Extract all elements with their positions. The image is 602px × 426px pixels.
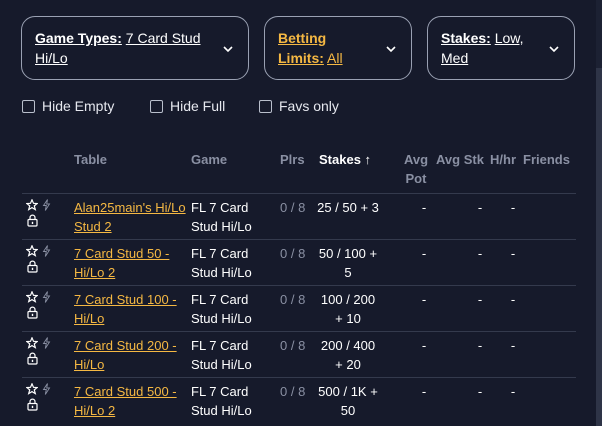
players-cell: 0 / 8 xyxy=(280,292,306,307)
header-stakes[interactable]: Stakes ↑ xyxy=(319,150,371,169)
game-types-dropdown[interactable]: Game Types: 7 Card Stud Hi/Lo xyxy=(21,16,249,80)
table-name-link[interactable]: 7 Card Stud 50 - Hi/Lo 2 xyxy=(74,244,186,282)
hhr-cell: - xyxy=(510,246,516,261)
hhr-cell: - xyxy=(510,338,516,353)
players-cell: 0 / 8 xyxy=(280,338,306,353)
betting-limits-value: All xyxy=(327,50,343,66)
players-cell: 0 / 8 xyxy=(280,384,306,399)
favs-only-checkbox[interactable]: Favs only xyxy=(259,97,339,115)
avg-pot-cell: - xyxy=(421,246,427,261)
table-row[interactable]: 7 Card Stud 50 - Hi/Lo 2 FL 7 Card Stud … xyxy=(22,239,576,285)
star-icon[interactable] xyxy=(26,199,38,211)
hide-empty-checkbox[interactable]: Hide Empty xyxy=(22,97,114,115)
favs-only-box[interactable] xyxy=(259,99,272,113)
hide-empty-box[interactable] xyxy=(22,99,35,113)
table-name-link[interactable]: 7 Card Stud 100 - Hi/Lo xyxy=(74,290,186,328)
players-cell: 0 / 8 xyxy=(280,246,306,261)
lightning-icon xyxy=(42,337,51,349)
header-game[interactable]: Game xyxy=(191,150,227,169)
header-avg-pot[interactable]: Avg Pot xyxy=(400,150,432,188)
table-header: Table Game Plrs Stakes ↑ Avg Pot Avg Stk… xyxy=(22,150,576,192)
players-cell: 0 / 8 xyxy=(280,200,306,215)
row-icons xyxy=(26,383,52,419)
scrollbar-track[interactable] xyxy=(596,0,602,426)
lobby-panel: Game Types: 7 Card Stud Hi/Lo Betting Li… xyxy=(0,0,602,426)
header-friends[interactable]: Friends xyxy=(523,150,570,169)
favs-only-label: Favs only xyxy=(279,98,339,114)
game-cell: FL 7 Card Stud Hi/Lo xyxy=(191,384,252,418)
sort-ascending-icon: ↑ xyxy=(364,152,372,167)
hide-empty-label: Hide Empty xyxy=(42,98,115,114)
stakes-label: Stakes: xyxy=(441,30,491,46)
hide-full-checkbox[interactable]: Hide Full xyxy=(150,97,225,115)
star-icon[interactable] xyxy=(26,383,38,395)
lightning-icon xyxy=(42,199,51,211)
game-types-label: Game Types: xyxy=(35,30,122,46)
hide-full-box[interactable] xyxy=(150,99,163,113)
betting-limits-dropdown[interactable]: Betting Limits: All xyxy=(264,16,412,80)
stakes-dropdown[interactable]: Stakes: Low, Med xyxy=(427,16,575,80)
header-table[interactable]: Table xyxy=(74,150,107,169)
star-icon[interactable] xyxy=(26,291,38,303)
star-icon[interactable] xyxy=(26,337,38,349)
table-row[interactable]: 7 Card Stud 500 - Hi/Lo 2 FL 7 Card Stud… xyxy=(22,377,576,423)
avg-stk-cell: - xyxy=(477,246,483,261)
hide-full-label: Hide Full xyxy=(170,98,226,114)
avg-stk-cell: - xyxy=(477,292,483,307)
avg-stk-cell: - xyxy=(477,338,483,353)
row-icons xyxy=(26,291,52,327)
table-name-link[interactable]: Alan25main's Hi/Lo Stud 2 xyxy=(74,198,186,236)
table-name-link[interactable]: 7 Card Stud 500 - Hi/Lo 2 xyxy=(74,382,186,420)
avg-pot-cell: - xyxy=(421,338,427,353)
stakes-cell: 500 / 1K + 50 xyxy=(318,384,378,418)
lightning-icon xyxy=(42,245,51,257)
lock-icon xyxy=(27,214,38,227)
chevron-down-icon xyxy=(386,46,396,53)
stakes-cell: 50 / 100 + 5 xyxy=(318,246,378,280)
avg-pot-cell: - xyxy=(421,384,427,399)
scrollbar-thumb[interactable] xyxy=(596,68,602,426)
header-hhr[interactable]: H/hr xyxy=(490,150,516,169)
hhr-cell: - xyxy=(510,292,516,307)
table-row[interactable]: 7 Card Stud 200 - Hi/Lo FL 7 Card Stud H… xyxy=(22,331,576,377)
row-icons xyxy=(26,199,52,235)
lock-icon xyxy=(27,260,38,273)
lock-icon xyxy=(27,306,38,319)
lightning-icon xyxy=(42,383,51,395)
avg-stk-cell: - xyxy=(477,384,483,399)
lock-icon xyxy=(27,352,38,365)
header-plrs[interactable]: Plrs xyxy=(280,150,305,169)
chevron-down-icon xyxy=(549,46,559,53)
chevron-down-icon xyxy=(223,46,233,53)
header-stakes-label: Stakes xyxy=(319,152,361,167)
avg-stk-cell: - xyxy=(477,200,483,215)
betting-limits-label: Betting Limits: xyxy=(278,30,327,66)
hhr-cell: - xyxy=(510,384,516,399)
row-icons xyxy=(26,245,52,281)
avg-pot-cell: - xyxy=(421,200,427,215)
table-name-link[interactable]: 7 Card Stud 200 - Hi/Lo xyxy=(74,336,186,374)
game-cell: FL 7 Card Stud Hi/Lo xyxy=(191,338,252,372)
stakes-cell: 100 / 200 + 10 xyxy=(320,292,376,326)
hhr-cell: - xyxy=(510,200,516,215)
lock-icon xyxy=(27,398,38,411)
header-avg-stk[interactable]: Avg Stk xyxy=(436,150,484,169)
lightning-icon xyxy=(42,291,51,303)
star-icon[interactable] xyxy=(26,245,38,257)
game-cell: FL 7 Card Stud Hi/Lo xyxy=(191,246,252,280)
table-row[interactable]: 7 Card Stud 100 - Hi/Lo FL 7 Card Stud H… xyxy=(22,285,576,331)
row-icons xyxy=(26,337,52,373)
stakes-cell: 25 / 50 + 3 xyxy=(317,200,379,215)
game-cell: FL 7 Card Stud Hi/Lo xyxy=(191,292,252,326)
table-row[interactable]: Alan25main's Hi/Lo Stud 2 FL 7 Card Stud… xyxy=(22,193,576,239)
avg-pot-cell: - xyxy=(421,292,427,307)
game-cell: FL 7 Card Stud Hi/Lo xyxy=(191,200,252,234)
stakes-cell: 200 / 400 + 20 xyxy=(320,338,376,372)
